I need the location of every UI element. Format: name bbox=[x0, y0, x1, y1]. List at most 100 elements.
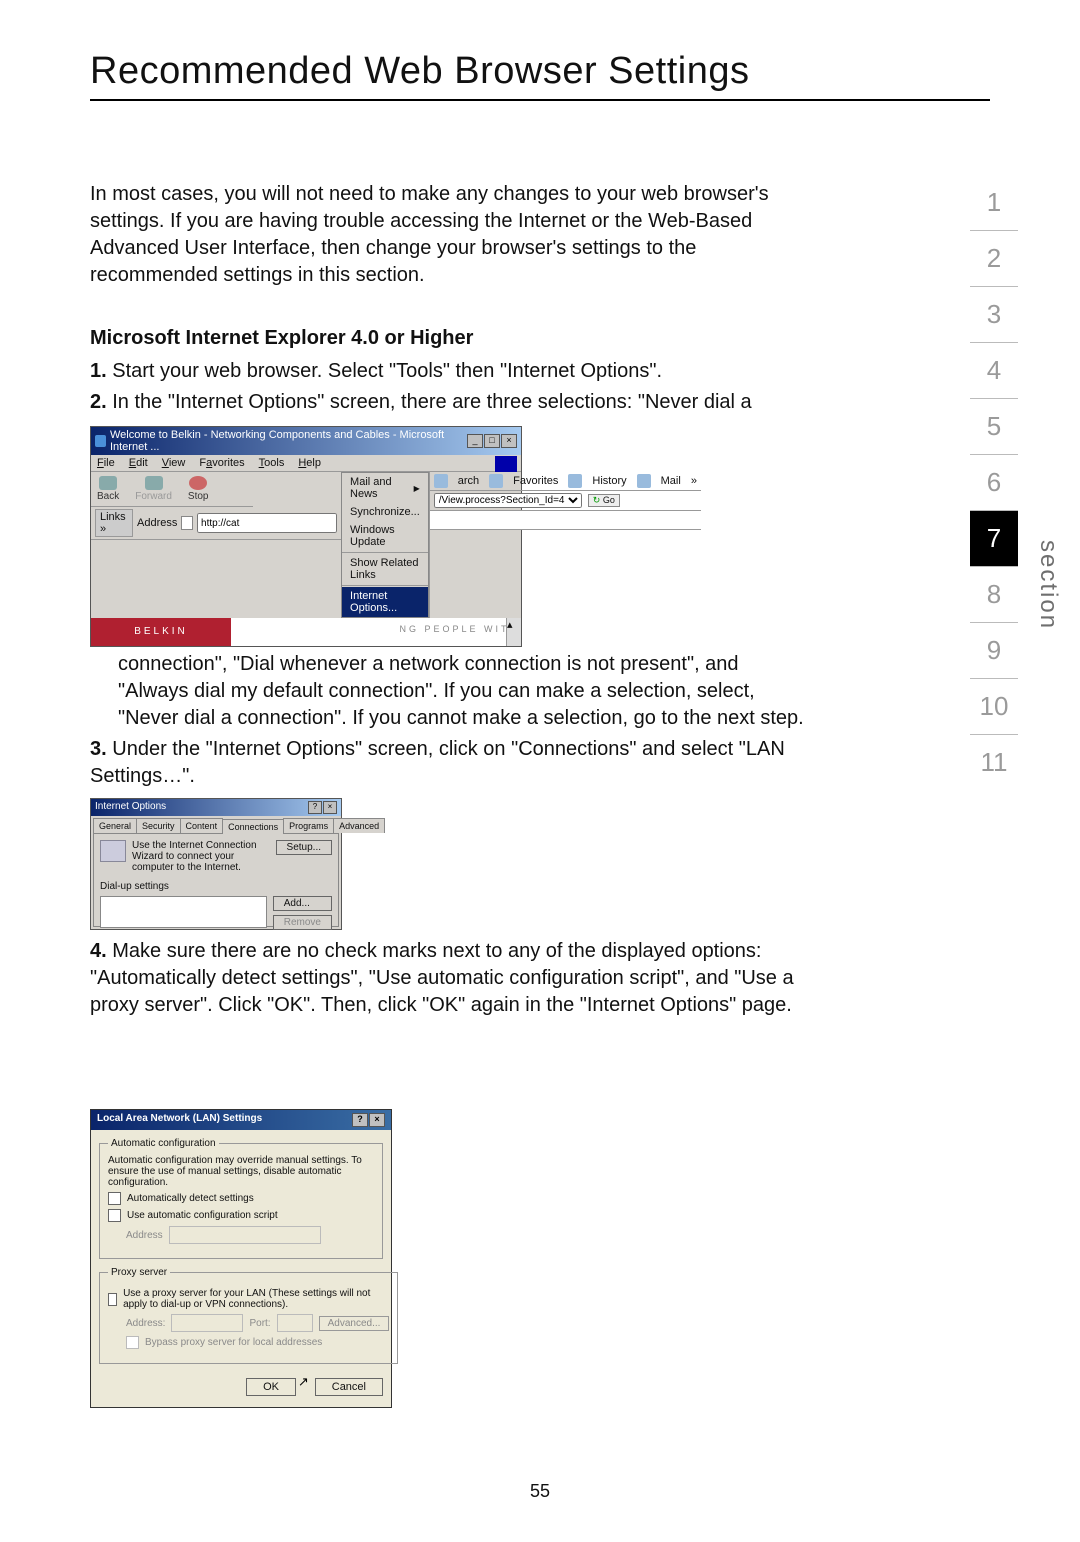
menu-show-related[interactable]: Show Related Links bbox=[342, 554, 428, 584]
section-nav-3[interactable]: 3 bbox=[970, 287, 1018, 343]
label-address: Address bbox=[126, 1230, 163, 1241]
menu-file[interactable]: File bbox=[97, 457, 115, 469]
section-nav-11[interactable]: 11 bbox=[970, 735, 1018, 790]
label-proxy-port: Port: bbox=[249, 1318, 270, 1329]
tab-general[interactable]: General bbox=[93, 818, 137, 833]
search-label: arch bbox=[458, 475, 479, 487]
close-icon[interactable]: × bbox=[501, 434, 517, 448]
input-script-address bbox=[169, 1226, 321, 1244]
menu-favorites[interactable]: Favorites bbox=[199, 457, 244, 469]
menu-mail-news[interactable]: Mail and News▶ bbox=[342, 473, 428, 503]
legend-auto: Automatic configuration bbox=[108, 1138, 219, 1149]
step-4-text: Make sure there are no check marks next … bbox=[90, 940, 794, 1016]
mail-icon[interactable] bbox=[637, 474, 651, 488]
close-icon[interactable]: × bbox=[369, 1113, 385, 1127]
menu-internet-options[interactable]: Internet Options... bbox=[342, 587, 428, 617]
help-icon[interactable]: ? bbox=[308, 801, 322, 814]
favorites-label: Favorites bbox=[513, 475, 558, 487]
step-2-continuation: connection", "Dial whenever a network co… bbox=[118, 651, 810, 732]
history-label: History bbox=[592, 475, 626, 487]
label-proxy: Use a proxy server for your LAN (These s… bbox=[123, 1288, 389, 1310]
add-button[interactable]: Add... bbox=[273, 896, 332, 911]
step-1-text: Start your web browser. Select "Tools" t… bbox=[112, 360, 662, 382]
remove-button: Remove bbox=[273, 915, 332, 930]
menu-windows-update[interactable]: Windows Update bbox=[342, 521, 428, 551]
ie-right-toolbar: arch Favorites History Mail » bbox=[430, 472, 701, 491]
address-input[interactable] bbox=[197, 513, 337, 533]
wizard-text: Use the Internet Connection Wizard to co… bbox=[132, 840, 270, 873]
section-nav-7[interactable]: 7 bbox=[970, 511, 1018, 567]
stop-button[interactable]: Stop bbox=[188, 476, 209, 502]
menu-synchronize[interactable]: Synchronize... bbox=[342, 503, 428, 521]
legend-proxy: Proxy server bbox=[108, 1267, 170, 1278]
tab-connections[interactable]: Connections bbox=[222, 819, 284, 834]
address-label: Address bbox=[137, 517, 177, 529]
favorites-icon[interactable] bbox=[489, 474, 503, 488]
help-icon[interactable]: ? bbox=[352, 1113, 368, 1127]
page-banner-text: NG PEOPLE WITH bbox=[399, 624, 519, 634]
history-icon[interactable] bbox=[568, 474, 582, 488]
menu-view[interactable]: View bbox=[162, 457, 186, 469]
section-nav: 1 2 3 4 5 6 7 8 9 10 11 bbox=[970, 175, 1018, 790]
step-1: 1. Start your web browser. Select "Tools… bbox=[90, 358, 810, 385]
belkin-logo: BELKIN bbox=[91, 618, 231, 646]
menu-tools[interactable]: Tools bbox=[259, 457, 285, 469]
wizard-icon bbox=[100, 840, 126, 862]
section-label: section bbox=[1034, 540, 1062, 630]
tab-programs[interactable]: Programs bbox=[283, 818, 334, 833]
section-nav-5[interactable]: 5 bbox=[970, 399, 1018, 455]
dialup-list[interactable] bbox=[100, 896, 267, 928]
step-3-text: Under the "Internet Options" screen, cli… bbox=[90, 738, 785, 787]
advanced-button: Advanced... bbox=[319, 1316, 390, 1331]
ie-menubar: File Edit View Favorites Tools Help bbox=[91, 455, 521, 472]
step-3: 3. Under the "Internet Options" screen, … bbox=[90, 736, 810, 790]
input-proxy-address bbox=[171, 1314, 243, 1332]
group-auto-config: Automatic configuration Automatic config… bbox=[99, 1138, 383, 1259]
tab-security[interactable]: Security bbox=[136, 818, 181, 833]
tools-dropdown: Mail and News▶ Synchronize... Windows Up… bbox=[341, 472, 429, 618]
go-button[interactable]: ↻ Go bbox=[588, 494, 620, 507]
checkbox-auto-detect[interactable] bbox=[108, 1192, 121, 1205]
section-nav-1[interactable]: 1 bbox=[970, 175, 1018, 231]
ie-window-title: Welcome to Belkin - Networking Component… bbox=[110, 429, 463, 453]
links-button[interactable]: Links » bbox=[95, 509, 133, 537]
ie-toolbar: Back Forward Stop bbox=[91, 472, 253, 507]
back-button[interactable]: Back bbox=[97, 476, 119, 502]
ok-button[interactable]: OK bbox=[246, 1378, 296, 1396]
cancel-button[interactable]: Cancel bbox=[315, 1378, 383, 1396]
checkbox-proxy[interactable] bbox=[108, 1293, 117, 1306]
step-2-number: 2. bbox=[90, 391, 107, 413]
label-auto-detect: Automatically detect settings bbox=[127, 1193, 254, 1204]
maximize-icon[interactable]: □ bbox=[484, 434, 500, 448]
section-nav-10[interactable]: 10 bbox=[970, 679, 1018, 735]
dialup-label: Dial-up settings bbox=[100, 881, 332, 892]
section-nav-9[interactable]: 9 bbox=[970, 623, 1018, 679]
step-4: 4. Make sure there are no check marks ne… bbox=[90, 938, 810, 1019]
ie-address-bar: Links » Address bbox=[91, 507, 341, 540]
ie-page-icon bbox=[181, 516, 193, 530]
section-nav-2[interactable]: 2 bbox=[970, 231, 1018, 287]
step-4-number: 4. bbox=[90, 940, 107, 962]
screenshot-internet-options: Internet Options ? × General Security Co… bbox=[90, 798, 342, 930]
close-icon[interactable]: × bbox=[323, 801, 337, 814]
tab-advanced[interactable]: Advanced bbox=[333, 818, 385, 833]
menu-help[interactable]: Help bbox=[298, 457, 321, 469]
setup-button[interactable]: Setup... bbox=[276, 840, 332, 855]
ie-content-area: BELKIN NG PEOPLE WITH ▴ bbox=[91, 618, 521, 646]
minimize-icon[interactable]: _ bbox=[467, 434, 483, 448]
address-combo[interactable]: /View.process?Section_Id=4 bbox=[434, 493, 582, 508]
search-icon[interactable] bbox=[434, 474, 448, 488]
tab-content[interactable]: Content bbox=[180, 818, 224, 833]
auto-config-text: Automatic configuration may override man… bbox=[108, 1155, 374, 1188]
page-number: 55 bbox=[530, 1481, 550, 1502]
menu-edit[interactable]: Edit bbox=[129, 457, 148, 469]
section-nav-4[interactable]: 4 bbox=[970, 343, 1018, 399]
checkbox-bypass bbox=[126, 1336, 139, 1349]
label-proxy-address: Address: bbox=[126, 1318, 165, 1329]
scrollbar[interactable]: ▴ bbox=[506, 618, 521, 646]
inetopt-tabs: General Security Content Connections Pro… bbox=[91, 816, 341, 833]
checkbox-auto-script[interactable] bbox=[108, 1209, 121, 1222]
screenshot-lan-settings: Local Area Network (LAN) Settings ? × Au… bbox=[90, 1109, 392, 1408]
section-nav-8[interactable]: 8 bbox=[970, 567, 1018, 623]
section-nav-6[interactable]: 6 bbox=[970, 455, 1018, 511]
